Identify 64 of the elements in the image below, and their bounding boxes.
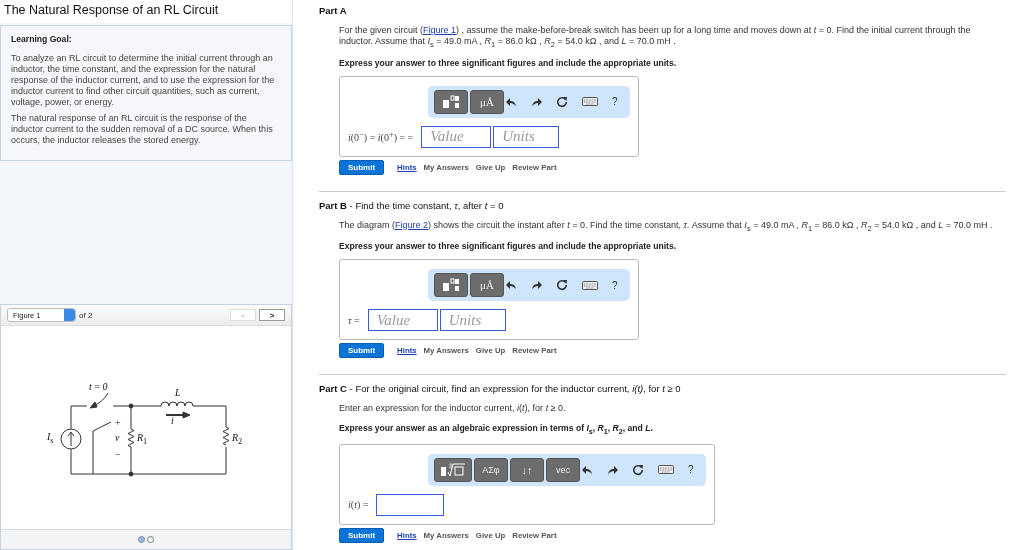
keyboard-icon[interactable] <box>582 97 598 107</box>
redo-icon[interactable] <box>531 280 542 291</box>
next-button[interactable]: > <box>259 309 285 321</box>
circuit-label: v <box>115 433 120 443</box>
answer-label: τ = <box>348 314 360 326</box>
circuit-label: L <box>175 388 181 398</box>
toolbar-button[interactable]: vec <box>546 457 580 482</box>
units-field[interactable]: Units <box>439 309 506 332</box>
goal-heading: Learning Goal: <box>11 34 73 45</box>
expression-field[interactable] <box>376 493 445 516</box>
page-dot[interactable] <box>138 536 145 543</box>
circuit-label: I$_{s}$ <box>47 432 54 446</box>
undo-icon[interactable] <box>506 280 517 291</box>
circuit-label: R$_{2}$ <box>232 433 243 447</box>
part-heading: Part A <box>319 5 348 16</box>
submit-button[interactable]: Submit <box>339 343 385 359</box>
undo-icon[interactable] <box>506 96 517 107</box>
value-field[interactable]: Value <box>421 125 492 148</box>
help-button[interactable]: ? <box>612 279 618 291</box>
value-field[interactable]: Value <box>367 309 438 332</box>
template-icon <box>442 94 460 109</box>
circuit-label: − <box>115 450 121 460</box>
template-button[interactable] <box>434 457 472 482</box>
question-text: Enter an expression for the inductor current, i(t), for t ≥ 0. <box>339 403 567 415</box>
units-field[interactable]: Units <box>493 125 560 148</box>
part-heading: Part B - Find the time constant, τ, after t = 0 <box>319 199 505 211</box>
undo-icon[interactable] <box>582 464 593 475</box>
page-title: The Natural Response of an RL Circuit <box>0 0 292 23</box>
root-template-icon <box>440 462 466 477</box>
keyboard-icon[interactable] <box>582 280 598 290</box>
circuit-label: t = 0 <box>89 382 108 392</box>
toolbar-button[interactable]: ↓↑ <box>510 457 544 482</box>
answer-label: i(0$^{−}$) = i(0$^{+}$) = = <box>348 129 414 144</box>
instruction-text: Express your answer as an algebraic expression in terms of I$_{s}$, R$_{1}$, R$_{2}$, and L. <box>339 423 654 436</box>
submit-button[interactable]: Submit <box>339 159 385 175</box>
toolbar-button[interactable]: μÅ <box>470 273 504 298</box>
answer-label: i(t) = <box>348 499 369 511</box>
help-button[interactable]: ? <box>688 464 694 476</box>
figure-count: of 2 <box>79 310 93 320</box>
reset-icon[interactable] <box>556 279 568 292</box>
page-dot[interactable] <box>147 536 154 543</box>
redo-icon[interactable] <box>531 96 542 107</box>
instruction-text: Express your answer to three significant figures and include the appropriate units. <box>339 241 678 252</box>
circuit-label: + <box>115 418 121 428</box>
goal-text: The natural response of an RL circuit is the response of the inductor current to the sudden removal of a DC source. When this occurs, the inductor releases the stored energy. <box>11 113 274 146</box>
template-button[interactable] <box>434 89 468 114</box>
reset-icon[interactable] <box>556 95 568 108</box>
goal-text: To analyze an RL circuit to determine the initial current through an inductor, the time constant, and the expression for the natural response of the inductor current, and to use the expression for the inductor current to find other circuit quantities, such as current, voltage, power, or energy. <box>11 53 276 108</box>
part-heading: Part C - For the original circuit, find an expression for the inductor current, i(t), for t ≥ 0 <box>319 383 682 395</box>
help-button[interactable]: ? <box>612 96 618 108</box>
circuit-label: i <box>171 416 174 426</box>
question-text: The diagram (Figure 2) shows the circuit the instant after t = 0. Find the time constant, τ. Assume that I$_{s}$ = 49.0 mA , R$_{1}$ = 86.0 kΩ , R$_{2}$ = 54.0 kΩ , and L = 70.0 mH . <box>339 219 994 233</box>
template-icon <box>442 278 460 293</box>
circuit-label: R$_{1}$ <box>137 433 148 447</box>
keyboard-icon[interactable] <box>658 465 674 475</box>
submit-button[interactable]: Submit <box>339 527 385 543</box>
reset-icon[interactable] <box>632 463 644 476</box>
template-button[interactable] <box>434 273 468 298</box>
instruction-text: Express your answer to three significant figures and include the appropriate units. <box>339 57 678 68</box>
toolbar-button[interactable]: μÅ <box>470 89 504 114</box>
question-text: For the given circuit (Figure 1) , assume the make-before-break switch has been up for a long time and moves down at t = 0. Find the initial current through the inductor. Assume that I$_{s}$ = 49.0 mA , R$_{1}$ = 86.0 kΩ , R$_{2}$ = 54.0 kΩ , and L = 70.0 mH . <box>339 25 972 49</box>
redo-icon[interactable] <box>607 464 618 475</box>
spinner-icon <box>64 309 75 321</box>
toolbar-button[interactable]: ΑΣφ <box>474 457 508 482</box>
